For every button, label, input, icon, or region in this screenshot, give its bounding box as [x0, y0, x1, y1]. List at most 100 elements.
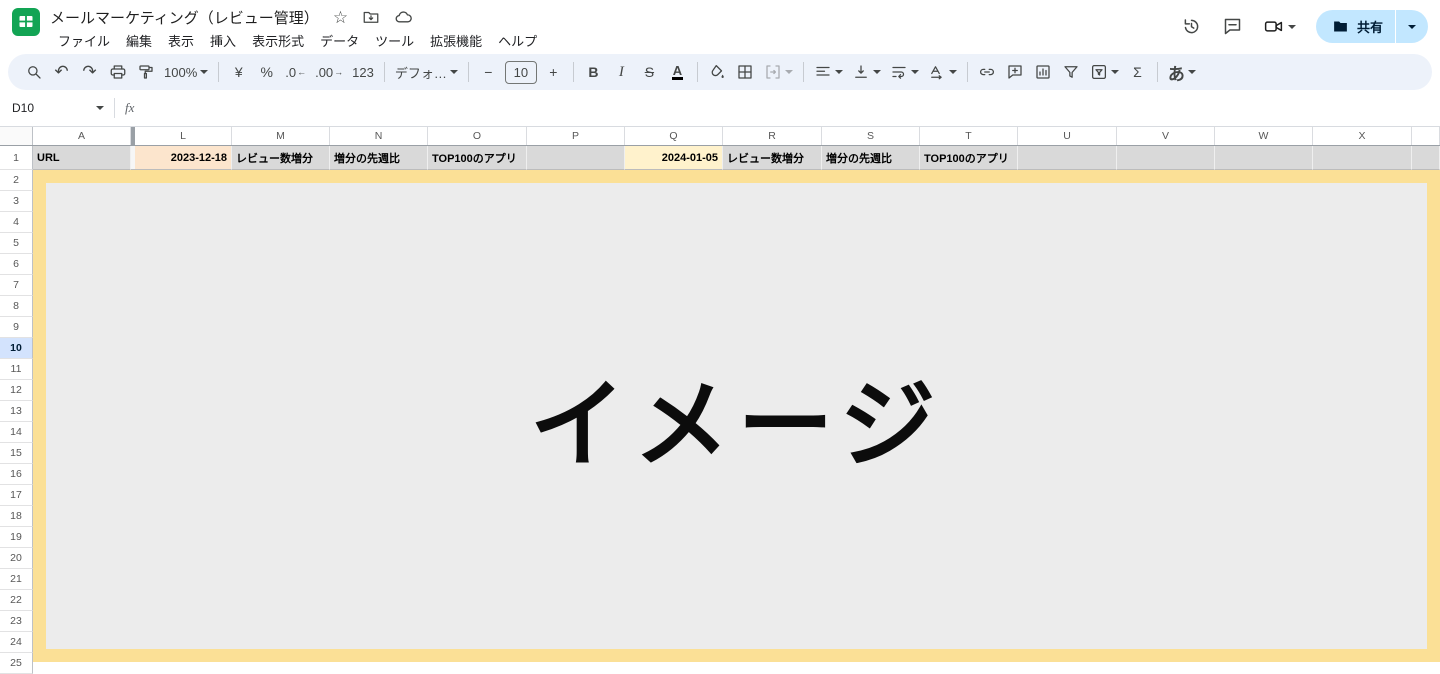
cell-O1[interactable]: TOP100のアプリ	[428, 146, 527, 170]
document-title[interactable]: メールマーケティング（レビュー管理）	[50, 7, 319, 28]
row-header-18[interactable]: 18	[0, 506, 33, 527]
share-dropdown-button[interactable]	[1395, 10, 1428, 43]
increase-decimal-button[interactable]: .00 →	[311, 58, 347, 86]
column-header-U[interactable]: U	[1018, 127, 1117, 145]
text-rotation-button[interactable]	[924, 58, 961, 86]
cell-R1[interactable]: レビュー数増分	[723, 146, 822, 170]
cell-U1[interactable]	[1018, 146, 1117, 170]
menu-file[interactable]: ファイル	[50, 29, 118, 52]
redo-button[interactable]: ↷	[76, 58, 103, 86]
row-header-14[interactable]: 14	[0, 422, 33, 443]
column-header-partial[interactable]	[1412, 127, 1440, 145]
row-header-3[interactable]: 3	[0, 191, 33, 212]
insert-comment-button[interactable]	[1002, 58, 1029, 86]
row-header-7[interactable]: 7	[0, 275, 33, 296]
column-header-N[interactable]: N	[330, 127, 428, 145]
format-percent-button[interactable]: %	[253, 58, 280, 86]
row-header-22[interactable]: 22	[0, 590, 33, 611]
cell-T1[interactable]: TOP100のアプリ	[920, 146, 1018, 170]
menu-edit[interactable]: 編集	[118, 29, 160, 52]
insert-link-button[interactable]	[974, 58, 1001, 86]
menu-insert[interactable]: 挿入	[202, 29, 244, 52]
row-header-12[interactable]: 12	[0, 380, 33, 401]
google-sheets-logo-icon[interactable]	[12, 8, 40, 36]
cell-W1[interactable]	[1215, 146, 1313, 170]
text-wrap-button[interactable]	[886, 58, 923, 86]
menu-help[interactable]: ヘルプ	[490, 29, 545, 52]
select-all-corner[interactable]	[0, 127, 33, 145]
column-header-V[interactable]: V	[1117, 127, 1215, 145]
menu-format[interactable]: 表示形式	[244, 29, 312, 52]
font-size-input[interactable]: 10	[504, 60, 537, 84]
format-currency-button[interactable]: ¥	[225, 58, 252, 86]
horizontal-align-button[interactable]	[810, 58, 847, 86]
menu-data[interactable]: データ	[312, 29, 367, 52]
row-header-8[interactable]: 8	[0, 296, 33, 317]
column-header-Q[interactable]: Q	[625, 127, 723, 145]
cell-L1[interactable]: 2023-12-18	[135, 146, 232, 170]
join-call-button[interactable]	[1263, 16, 1296, 37]
row-header-13[interactable]: 13	[0, 401, 33, 422]
column-header-W[interactable]: W	[1215, 127, 1313, 145]
filter-views-button[interactable]	[1086, 58, 1123, 86]
move-to-folder-icon[interactable]	[362, 8, 380, 26]
cell-V1[interactable]	[1117, 146, 1215, 170]
functions-button[interactable]: Σ	[1124, 58, 1151, 86]
row-header-4[interactable]: 4	[0, 212, 33, 233]
insert-chart-button[interactable]	[1030, 58, 1057, 86]
increase-font-size-button[interactable]: +	[540, 58, 567, 86]
row-header-10-selected[interactable]: 10	[0, 338, 33, 359]
zoom-selector[interactable]: 100%	[160, 58, 212, 86]
cell-P1[interactable]	[527, 146, 625, 170]
borders-button[interactable]	[732, 58, 759, 86]
row-header-21[interactable]: 21	[0, 569, 33, 590]
column-header-T[interactable]: T	[920, 127, 1018, 145]
cell-A1[interactable]: URL	[33, 146, 131, 170]
cell-Q1[interactable]: 2024-01-05	[625, 146, 723, 170]
row-header-9[interactable]: 9	[0, 317, 33, 338]
row-header-23[interactable]: 23	[0, 611, 33, 632]
text-color-button[interactable]: A	[664, 58, 691, 86]
undo-button[interactable]: ↶	[48, 58, 75, 86]
column-header-P[interactable]: P	[527, 127, 625, 145]
menu-extensions[interactable]: 拡張機能	[422, 29, 490, 52]
cell-N1[interactable]: 増分の先週比	[330, 146, 428, 170]
vertical-align-button[interactable]	[848, 58, 885, 86]
column-header-O[interactable]: O	[428, 127, 527, 145]
version-history-icon[interactable]	[1181, 16, 1202, 37]
font-selector[interactable]: デフォ…	[391, 58, 462, 86]
row-header-25-partial[interactable]: 25	[0, 653, 33, 674]
column-header-A[interactable]: A	[33, 127, 131, 145]
row-header-16[interactable]: 16	[0, 464, 33, 485]
more-formats-button[interactable]: 123	[348, 58, 378, 86]
menu-view[interactable]: 表示	[160, 29, 202, 52]
row-header-24[interactable]: 24	[0, 632, 33, 653]
decrease-decimal-button[interactable]: .0 ←	[281, 58, 310, 86]
cell-Y1-partial[interactable]	[1412, 146, 1440, 170]
cell-S1[interactable]: 増分の先週比	[822, 146, 920, 170]
share-button[interactable]: 共有	[1316, 10, 1395, 43]
input-tools-button[interactable]: あ	[1164, 58, 1200, 86]
row-header-19[interactable]: 19	[0, 527, 33, 548]
row-header-20[interactable]: 20	[0, 548, 33, 569]
column-header-X[interactable]: X	[1313, 127, 1412, 145]
print-button[interactable]	[104, 58, 131, 86]
column-header-M[interactable]: M	[232, 127, 330, 145]
search-button[interactable]	[20, 58, 47, 86]
name-box[interactable]: D10	[12, 101, 104, 115]
column-header-S[interactable]: S	[822, 127, 920, 145]
merge-cells-button[interactable]	[760, 58, 797, 86]
bold-button[interactable]: B	[580, 58, 607, 86]
column-header-R[interactable]: R	[723, 127, 822, 145]
row-header-15[interactable]: 15	[0, 443, 33, 464]
row-header-17[interactable]: 17	[0, 485, 33, 506]
fill-color-button[interactable]	[704, 58, 731, 86]
row-header-1[interactable]: 1	[0, 146, 33, 170]
row-header-5[interactable]: 5	[0, 233, 33, 254]
column-header-L[interactable]: L	[135, 127, 232, 145]
embedded-image-placeholder[interactable]: イメージ	[33, 170, 1440, 662]
row-header-11[interactable]: 11	[0, 359, 33, 380]
row-header-6[interactable]: 6	[0, 254, 33, 275]
cell-M1[interactable]: レビュー数増分	[232, 146, 330, 170]
decrease-font-size-button[interactable]: −	[475, 58, 502, 86]
